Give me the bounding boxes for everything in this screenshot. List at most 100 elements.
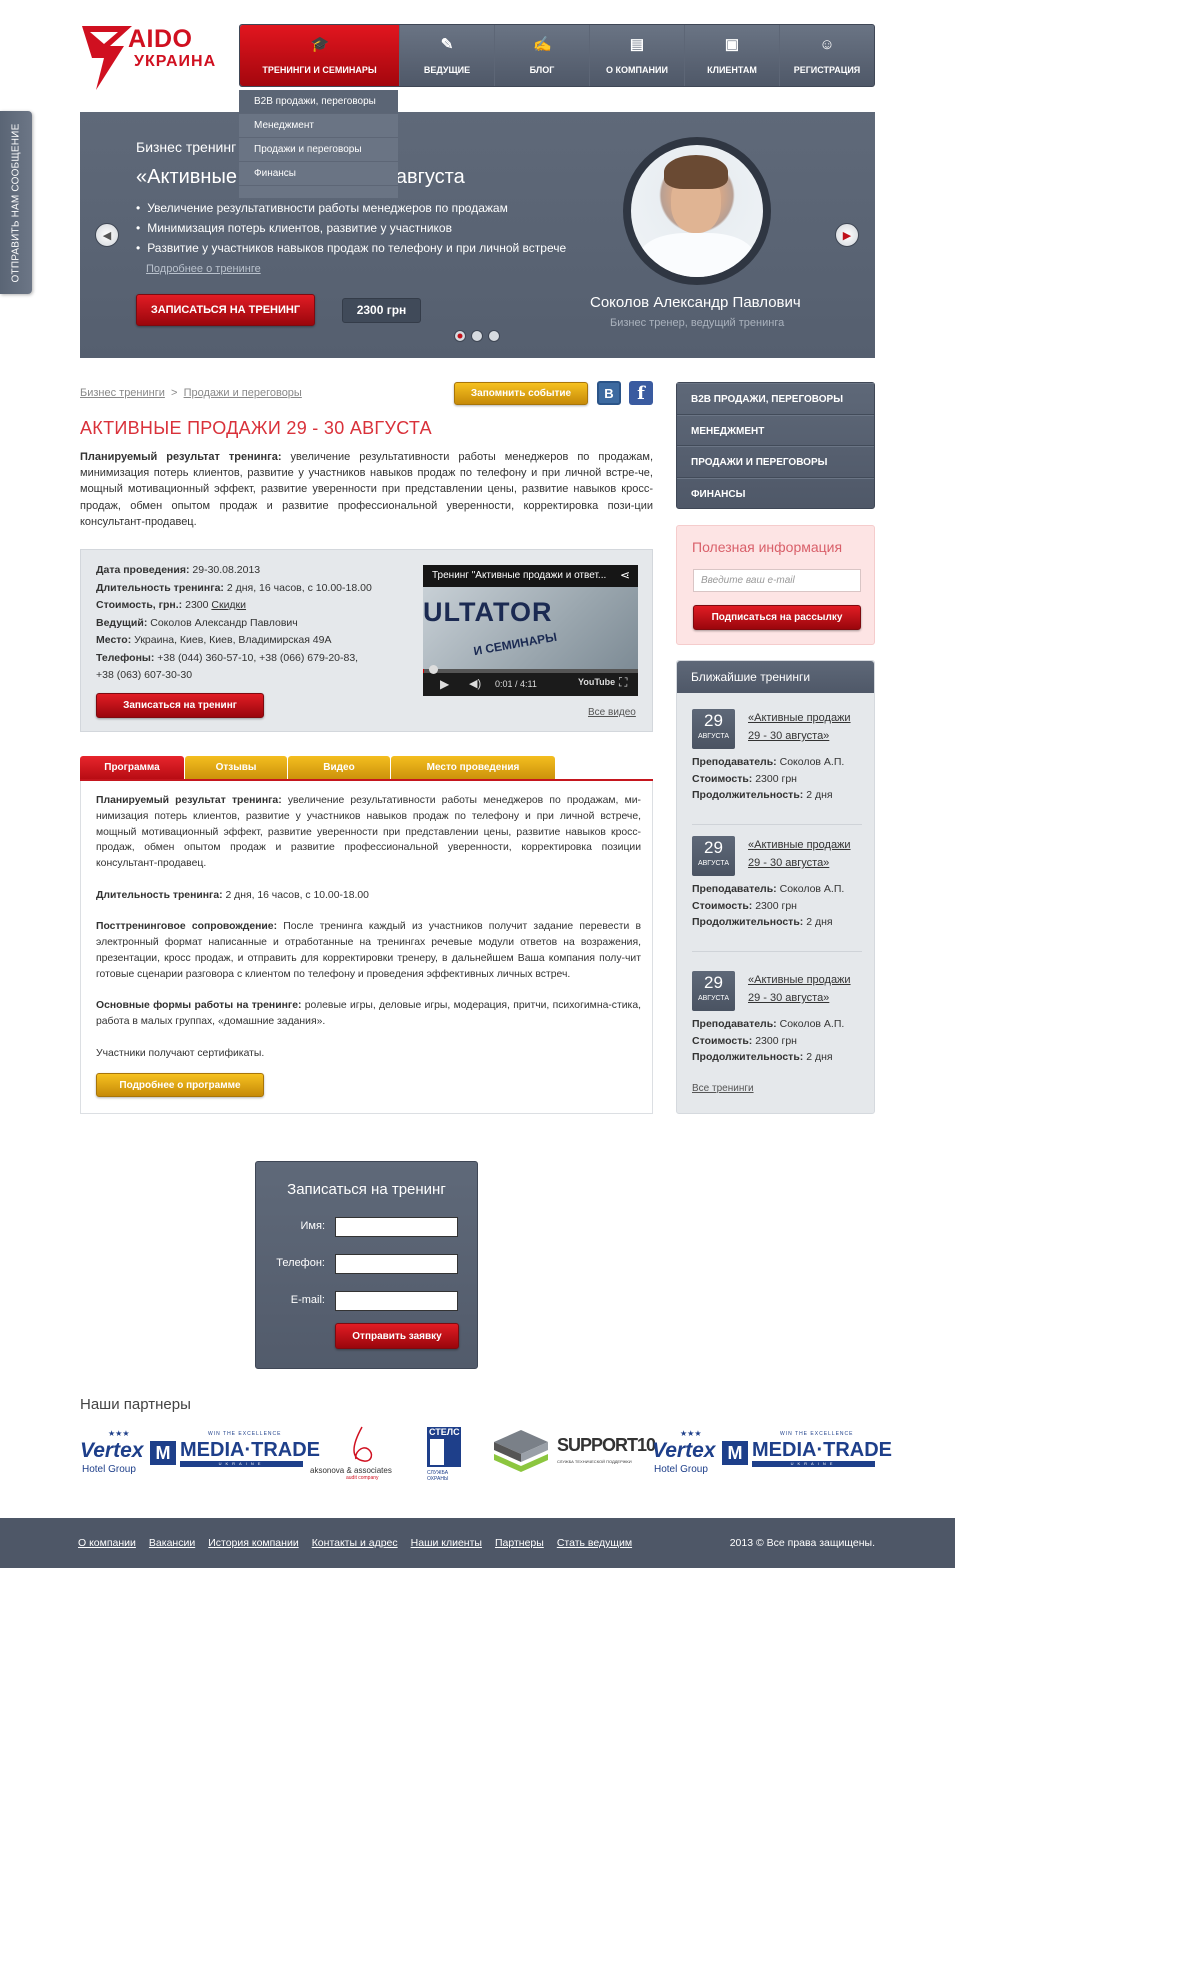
- email-field[interactable]: Введите ваш e-mail: [693, 569, 861, 592]
- footer-link[interactable]: Контакты и адрес: [312, 1537, 398, 1549]
- subscribe-button[interactable]: Подписаться на рассылку: [693, 605, 861, 630]
- event-link[interactable]: «Активные продажи 29 - 30 августа»: [748, 971, 868, 1007]
- video-scrubber[interactable]: [429, 665, 438, 674]
- volume-icon[interactable]: ◀): [469, 677, 481, 690]
- dropdown-item[interactable]: Продажи и переговоры: [239, 138, 398, 162]
- slider-dot[interactable]: [454, 330, 466, 342]
- nav-item-about[interactable]: ▤ О компании: [589, 25, 684, 86]
- sidebar-item[interactable]: Менеджмент: [677, 414, 874, 446]
- program-text: Участники получают сертификаты.: [96, 1047, 265, 1059]
- event-month: августа: [697, 860, 730, 867]
- email-field[interactable]: [335, 1291, 458, 1311]
- info-value: 2300: [182, 599, 212, 611]
- event-label: Продолжительность:: [692, 916, 804, 928]
- id-card-icon: ▤: [629, 36, 645, 53]
- nav-item-registration[interactable]: ☺ Регистрация: [779, 25, 874, 86]
- event-title: «Активные продажи: [748, 839, 851, 851]
- event-link[interactable]: «Активные продажи 29 - 30 августа»: [748, 836, 868, 872]
- all-trainings-link[interactable]: Все тренинги: [692, 1083, 754, 1094]
- submit-button[interactable]: Отправить заявку: [335, 1323, 459, 1349]
- partner-logo-stels[interactable]: СТЕЛС СЛУЖБА ОХРАНЫ: [427, 1425, 463, 1482]
- footer-link[interactable]: О компании: [78, 1537, 136, 1549]
- video-player[interactable]: Тренинг "Активные продажи и ответ... ⋖ U…: [423, 565, 638, 696]
- breadcrumb-link[interactable]: Бизнес тренинги: [80, 387, 165, 399]
- youtube-logo[interactable]: YouTube: [578, 677, 615, 687]
- event-link[interactable]: «Активные продажи 29 - 30 августа»: [748, 709, 868, 745]
- slider-prev-icon[interactable]: ◀: [95, 223, 119, 247]
- sidebar-item[interactable]: Финансы: [677, 477, 874, 510]
- aksonova-mark-icon: [353, 1426, 373, 1462]
- partner-sub: UKRAINE: [752, 1461, 875, 1467]
- all-video-link[interactable]: Все видео: [588, 707, 636, 718]
- nav-item-trainings[interactable]: 🎓 Тренинги и семинары: [240, 25, 399, 86]
- hero-signup-button[interactable]: Записаться на тренинг: [136, 294, 315, 326]
- partner-logo-support10[interactable]: SUPPORT10 СЛУЖБА ТЕХНИЧЕСКОЙ ПОДДЕРЖКИ: [492, 1425, 656, 1481]
- sidebar-item[interactable]: B2B продажи, переговоры: [677, 383, 874, 415]
- video-progress-bar[interactable]: [423, 669, 638, 673]
- phone-field[interactable]: [335, 1254, 458, 1274]
- partner-name: aksonova & associates: [310, 1466, 392, 1475]
- partner-logo-vertex[interactable]: ★★★ Vertex Hotel Group: [80, 1425, 146, 1481]
- info-label: Стоимость, грн.:: [96, 599, 183, 611]
- program-more-button[interactable]: Подробнее о программе: [96, 1073, 264, 1097]
- slider-next-icon[interactable]: ▶: [835, 223, 859, 247]
- discounts-link[interactable]: Скидки: [211, 599, 246, 611]
- nav-item-blog[interactable]: ✍ Блог: [494, 25, 589, 86]
- partner-logo-media-trade[interactable]: WIN THE EXCELLENCE M MEDIA·TRADE UKRAINE: [722, 1425, 892, 1481]
- tab-program[interactable]: Программа: [80, 756, 184, 779]
- play-icon[interactable]: ▶: [440, 677, 449, 691]
- partner-logo-vertex[interactable]: ★★★ Vertex Hotel Group: [652, 1425, 718, 1481]
- partner-logo-aksonova[interactable]: aksonova & associates audit company: [308, 1425, 418, 1481]
- share-icon[interactable]: ⋖: [620, 568, 630, 582]
- user-add-icon: ☺: [819, 36, 835, 53]
- nav-item-presenters[interactable]: ✎ Ведущие: [399, 25, 494, 86]
- footer-link[interactable]: Стать ведущим: [557, 1537, 632, 1549]
- event-label: Продолжительность:: [692, 1051, 804, 1063]
- hero-slider: Бизнес тренинг «Активные продажи» 29-30 …: [80, 112, 875, 358]
- dropdown-item[interactable]: B2B продажи, переговоры: [239, 90, 398, 114]
- newsletter-box: Полезная информация Введите ваш e-mail П…: [676, 525, 875, 645]
- logo[interactable]: AIDO УКРАИНА: [80, 24, 230, 92]
- email-label: E-mail:: [290, 1294, 325, 1306]
- slider-dot[interactable]: [471, 330, 483, 342]
- signup-form: Записаться на тренинг Имя: Телефон: E-ma…: [255, 1161, 478, 1369]
- send-message-side-tab[interactable]: Отправить нам сообщение: [0, 111, 32, 294]
- partner-sub: audit company: [346, 1475, 379, 1481]
- tab-reviews[interactable]: Отзывы: [185, 756, 287, 779]
- fullscreen-icon[interactable]: ⛶: [619, 675, 627, 690]
- breadcrumb-link[interactable]: Продажи и переговоры: [184, 387, 302, 399]
- event-value: 2 дня: [803, 1051, 833, 1063]
- dropdown-item[interactable]: Финансы: [239, 162, 398, 186]
- remember-event-button[interactable]: Запомнить событие: [454, 382, 588, 405]
- footer-link[interactable]: История компании: [208, 1537, 298, 1549]
- partner-name: MEDIA·TRADE: [752, 1439, 892, 1461]
- event-label: Преподаватель:: [692, 756, 777, 768]
- event-value: 2300 грн: [752, 1034, 797, 1047]
- nav-item-label: Регистрация: [793, 65, 861, 75]
- hero-more-link[interactable]: Подробнее о тренинге: [146, 263, 261, 275]
- info-signup-button[interactable]: Записаться на тренинг: [96, 693, 264, 718]
- event-month: августа: [697, 733, 730, 740]
- nav-item-clients[interactable]: ▣ Клиентам: [684, 25, 779, 86]
- dropdown-item[interactable]: Менеджмент: [239, 114, 398, 138]
- event-value: Соколов А.П.: [776, 756, 845, 768]
- footer-link[interactable]: Вакансии: [149, 1537, 195, 1549]
- name-field[interactable]: [335, 1217, 458, 1237]
- trainer-role: Бизнес тренер, ведущий тренинга: [610, 317, 785, 329]
- facebook-icon[interactable]: f: [629, 381, 653, 405]
- tab-video[interactable]: Видео: [288, 756, 390, 779]
- program-label: Посттренинговое сопровождение:: [96, 921, 278, 933]
- sidebar-item[interactable]: Продажи и переговоры: [677, 446, 874, 478]
- slider-dot[interactable]: [488, 330, 500, 342]
- vk-icon[interactable]: В: [597, 381, 621, 405]
- video-time: 0:01 / 4:11: [495, 679, 537, 689]
- partner-sub: WIN THE EXCELLENCE: [208, 1431, 282, 1437]
- hero-bullet: Развитие у участников навыков продаж по …: [136, 238, 566, 258]
- partner-logo-media-trade[interactable]: WIN THE EXCELLENCE M MEDIA·TRADE UKRAINE: [150, 1425, 320, 1481]
- side-tab-label: Отправить нам сообщение: [10, 123, 22, 282]
- info-value: 29-30.08.2013: [189, 564, 261, 576]
- footer-link[interactable]: Партнеры: [495, 1537, 544, 1549]
- training-info-box: Дата проведения: 29-30.08.2013 Длительно…: [80, 549, 653, 732]
- footer-link[interactable]: Наши клиенты: [411, 1537, 482, 1549]
- tab-venue[interactable]: Место проведения: [391, 756, 555, 779]
